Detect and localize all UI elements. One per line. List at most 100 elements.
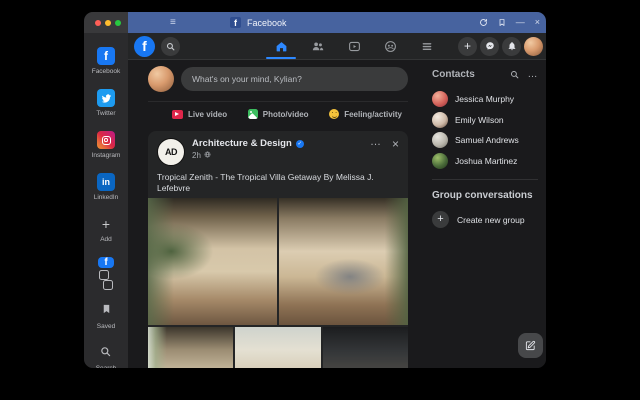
sidebar-toggle-icon[interactable]: ≡: [170, 18, 176, 28]
content-area: What's on your mind, Kylian? Live video …: [128, 60, 546, 368]
facebook-navbar: f: [128, 33, 546, 60]
contact-list: Jessica Murphy Emily Wilson Samuel Andre…: [432, 89, 538, 171]
feed-column: What's on your mind, Kylian? Live video …: [148, 60, 408, 368]
plus-icon: +: [464, 40, 471, 52]
search-icon: [100, 344, 111, 362]
window-body: f Facebook Twitter Instagram: [84, 33, 546, 368]
messenger-icon: [485, 41, 495, 51]
compose-pencil-icon: [525, 340, 536, 351]
contact-row[interactable]: Jessica Murphy: [432, 89, 538, 110]
sidebar-item-linkedin[interactable]: in LinkedIn: [94, 173, 119, 201]
contacts-search-icon[interactable]: [510, 70, 519, 79]
minimize-window-button[interactable]: [105, 20, 111, 26]
bookmark-icon[interactable]: [498, 18, 506, 27]
facebook-logo[interactable]: f: [134, 36, 155, 57]
sidebar-item-label: Instagram: [92, 152, 121, 159]
sidebar-item-saved[interactable]: Saved: [97, 302, 115, 330]
sidebar-item-add[interactable]: + Add: [100, 215, 112, 243]
post-hide-icon[interactable]: ×: [392, 140, 399, 148]
tab-home[interactable]: [268, 33, 294, 59]
sidebar-item-twitter[interactable]: Twitter: [96, 89, 115, 117]
contact-row[interactable]: Emily Wilson: [432, 110, 538, 131]
facebook-main: f: [128, 33, 546, 368]
sidebar-item-label: Add: [100, 236, 112, 243]
sidebar-item-label: Saved: [97, 323, 115, 330]
desktop-background: ≡ f Facebook — ×: [0, 0, 640, 400]
titlebar-main: ≡ f Facebook — ×: [128, 12, 546, 33]
plus-icon: +: [432, 211, 449, 228]
profile-avatar[interactable]: [524, 37, 543, 56]
app-sidebar: f Facebook Twitter Instagram: [84, 33, 128, 368]
sidebar-item-facebook[interactable]: f Facebook: [92, 47, 121, 75]
contacts-divider: [432, 179, 538, 180]
contact-row[interactable]: Samuel Andrews: [432, 130, 538, 151]
feed-post: AD Architecture & Design ✓ 2h: [148, 131, 408, 368]
sidebar-item-label: Twitter: [96, 110, 115, 117]
post-more-icon[interactable]: …: [370, 140, 382, 146]
post-time: 2h: [192, 151, 201, 160]
sidebar-item-instagram[interactable]: Instagram: [92, 131, 121, 159]
saved-bookmark-icon: [101, 302, 112, 320]
sidebar-item-label: LinkedIn: [94, 194, 119, 201]
hamburger-icon: [421, 41, 433, 52]
post-composer: What's on your mind, Kylian? Live video …: [148, 60, 408, 119]
page-avatar[interactable]: AD: [157, 138, 185, 166]
tab-menu[interactable]: [414, 33, 440, 59]
post-photo[interactable]: [148, 327, 233, 368]
facebook-icon: f: [97, 47, 115, 65]
navbar-actions: +: [458, 37, 543, 56]
verified-badge-icon: ✓: [296, 140, 304, 148]
create-button[interactable]: +: [458, 37, 477, 56]
zoom-window-button[interactable]: [115, 20, 121, 26]
post-photo[interactable]: [148, 198, 277, 325]
active-facebook-window-button[interactable]: f: [98, 257, 114, 268]
instagram-icon: [97, 131, 115, 149]
page-name[interactable]: Architecture & Design: [192, 138, 292, 149]
refresh-icon[interactable]: [479, 18, 488, 27]
create-group-button[interactable]: + Create new group: [432, 211, 538, 228]
live-video-button[interactable]: Live video: [172, 109, 227, 119]
contacts-title: Contacts: [432, 69, 501, 80]
window-title: Facebook: [247, 18, 287, 28]
tab-friends[interactable]: [305, 33, 331, 59]
photo-video-button[interactable]: Photo/video: [248, 109, 309, 119]
photo-grid: +6: [148, 198, 408, 368]
feeling-activity-button[interactable]: Feeling/activity: [329, 109, 402, 119]
overflow-icon[interactable]: —: [516, 18, 525, 27]
facebook-app-window: ≡ f Facebook — ×: [84, 12, 546, 368]
post-caption: Tropical Zenith - The Tropical Villa Get…: [148, 166, 408, 198]
contact-avatar: [432, 132, 448, 148]
linkedin-icon: in: [97, 173, 115, 191]
live-video-icon: [172, 110, 183, 119]
photo-icon: [248, 109, 258, 119]
composer-actions: Live video Photo/video Feeling/activity: [148, 101, 408, 119]
twitter-icon: [97, 89, 115, 107]
plus-icon: +: [102, 215, 110, 233]
tab-watch[interactable]: [341, 33, 367, 59]
contact-avatar: [432, 153, 448, 169]
post-photo[interactable]: [235, 327, 320, 368]
sidebar-item-search[interactable]: Search: [96, 344, 117, 368]
contacts-more-icon[interactable]: …: [528, 73, 539, 77]
friends-icon: [311, 40, 325, 53]
sidebar-item-label: Facebook: [92, 68, 121, 75]
close-window-button[interactable]: [95, 20, 101, 26]
post-header: AD Architecture & Design ✓ 2h: [148, 131, 408, 166]
post-photo[interactable]: [279, 198, 408, 325]
facebook-logo-chip: f: [230, 17, 241, 28]
post-photo-more[interactable]: +6: [323, 327, 408, 368]
group-conversations-title: Group conversations: [432, 190, 538, 201]
navbar-tabs: [268, 33, 440, 59]
compose-fab-button[interactable]: [518, 333, 543, 358]
user-avatar[interactable]: [148, 66, 174, 92]
titlebar: ≡ f Facebook — ×: [84, 12, 546, 33]
notifications-button[interactable]: [502, 37, 521, 56]
tab-groups[interactable]: [378, 33, 404, 59]
contact-row[interactable]: Joshua Martinez: [432, 151, 538, 172]
composer-input[interactable]: What's on your mind, Kylian?: [181, 67, 408, 91]
contact-avatar: [432, 91, 448, 107]
search-button[interactable]: [161, 37, 180, 56]
messenger-button[interactable]: [480, 37, 499, 56]
contact-avatar: [432, 112, 448, 128]
close-tab-icon[interactable]: ×: [535, 18, 540, 27]
